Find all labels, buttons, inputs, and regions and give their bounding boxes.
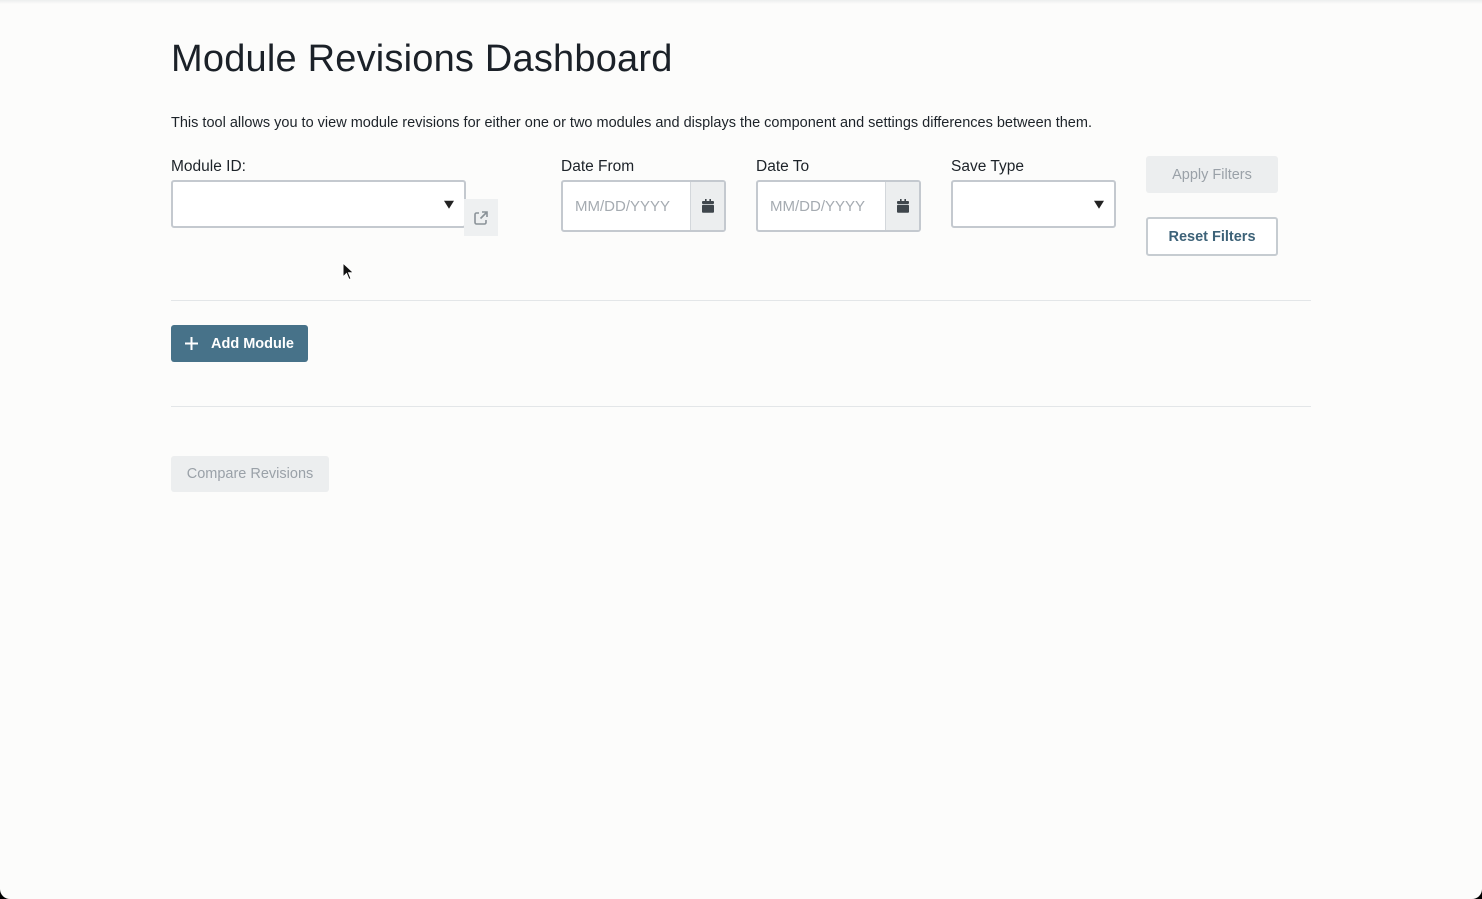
add-module-button[interactable]: Add Module xyxy=(171,325,308,362)
date-to-calendar-button[interactable] xyxy=(885,182,919,230)
date-from-calendar-button[interactable] xyxy=(690,182,724,230)
open-module-button[interactable] xyxy=(464,199,498,236)
date-to-label: Date To xyxy=(756,158,810,175)
calendar-icon xyxy=(896,199,909,213)
page-title: Module Revisions Dashboard xyxy=(171,38,673,80)
page-description: This tool allows you to view module revi… xyxy=(171,115,1092,131)
save-type-label: Save Type xyxy=(951,158,1024,175)
date-from-input[interactable] xyxy=(563,182,690,230)
add-module-label: Add Module xyxy=(211,335,294,352)
reset-filters-button[interactable]: Reset Filters xyxy=(1146,217,1278,256)
compare-revisions-button[interactable]: Compare Revisions xyxy=(171,456,329,492)
module-id-label: Module ID: xyxy=(171,158,246,175)
divider xyxy=(171,300,1311,301)
chevron-down-icon xyxy=(444,200,454,209)
divider xyxy=(171,406,1311,407)
date-from-label: Date From xyxy=(561,158,635,175)
mouse-cursor-icon xyxy=(342,262,355,281)
save-type-select[interactable] xyxy=(951,180,1116,228)
date-to-field xyxy=(756,180,921,232)
module-id-select[interactable] xyxy=(171,180,466,228)
chevron-down-icon xyxy=(1094,200,1104,209)
top-edge xyxy=(0,0,1482,4)
external-link-icon xyxy=(474,210,488,225)
calendar-icon xyxy=(701,199,714,213)
plus-icon xyxy=(185,337,198,350)
date-to-input[interactable] xyxy=(758,182,885,230)
page: Module Revisions Dashboard This tool all… xyxy=(0,0,1482,899)
date-from-field xyxy=(561,180,726,232)
apply-filters-button[interactable]: Apply Filters xyxy=(1146,156,1278,193)
